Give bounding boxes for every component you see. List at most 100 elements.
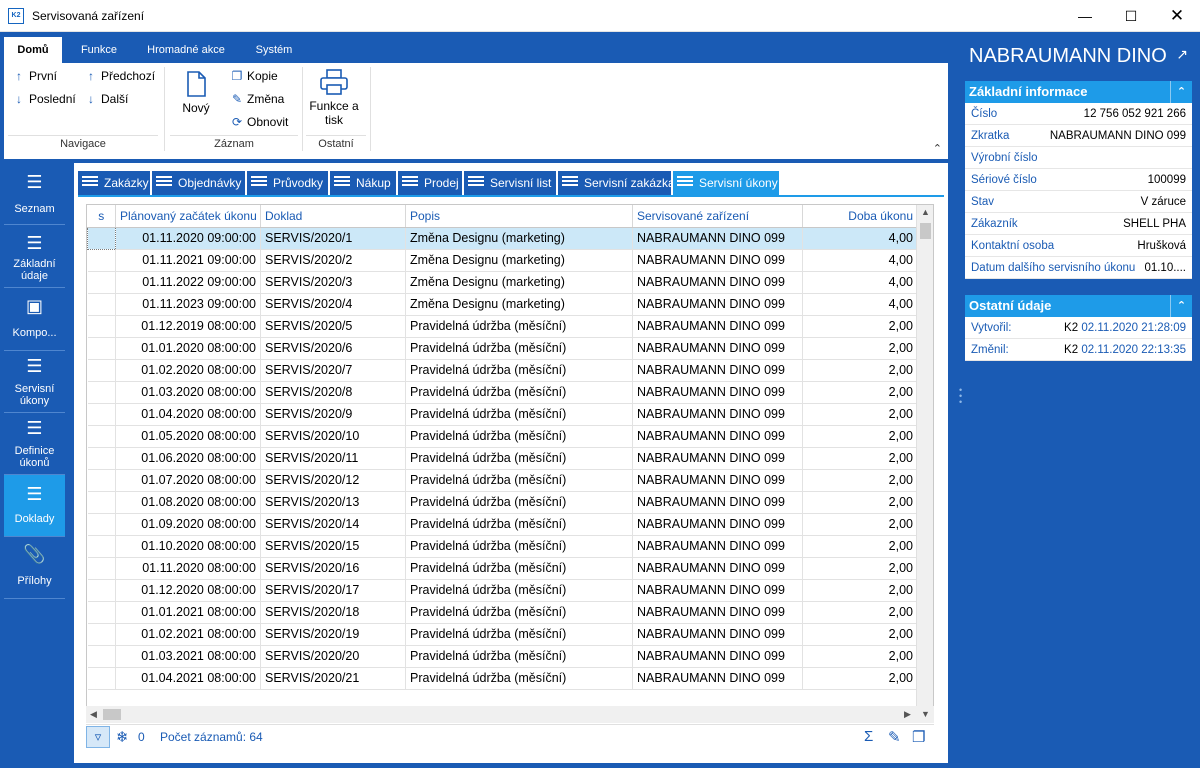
- maximize-button[interactable]: ☐: [1108, 0, 1154, 32]
- functions-print-button[interactable]: Funkce a tisk: [306, 67, 362, 135]
- column-header-s[interactable]: s: [87, 205, 116, 228]
- first-record-button[interactable]: ↑ První: [12, 69, 57, 83]
- table-row[interactable]: 01.12.2019 08:00:00 SERVIS/2020/5 Pravidel…: [87, 315, 918, 338]
- close-button[interactable]: ✕: [1154, 0, 1200, 32]
- table-cell: NABRAUMANN DINO 099: [632, 469, 803, 492]
- status-bar: ▿ ❄ 0 Počet záznamů: 64 Σ ✎ ❐: [86, 724, 934, 748]
- pencil-icon: ✎: [231, 92, 243, 106]
- chevron-up-icon[interactable]: ⌃: [1170, 81, 1192, 103]
- table-cell: Pravidelná údržba (měsíční): [405, 623, 633, 646]
- table-row[interactable]: 01.11.2021 09:00:00 SERVIS/2020/2 Změna De…: [87, 249, 918, 272]
- ribbon-tab-domu[interactable]: Domů: [4, 37, 62, 63]
- table-row[interactable]: 01.06.2020 08:00:00 SERVIS/2020/11 Pravide…: [87, 447, 918, 470]
- ribbon-tab-hromadne-akce[interactable]: Hromadné akce: [138, 37, 234, 63]
- table-row[interactable]: 01.01.2021 08:00:00 SERVIS/2020/18 Pravide…: [87, 601, 918, 624]
- tab-nakup[interactable]: Nákup: [330, 171, 398, 195]
- tab-servisni-list[interactable]: Servisní list: [464, 171, 558, 195]
- scroll-up-icon[interactable]: ▲: [921, 207, 930, 217]
- column-header-zarizeni[interactable]: Servisované zařízení: [632, 205, 803, 228]
- open-external-icon[interactable]: ↗: [1176, 46, 1188, 63]
- nav-item-zakladni-udaje[interactable]: ☰ Základní údaje: [4, 226, 65, 288]
- tab-servisni-ukony[interactable]: Servisní úkony: [673, 171, 781, 195]
- table-row[interactable]: 01.07.2020 08:00:00 SERVIS/2020/12 Pravide…: [87, 469, 918, 492]
- group-separator: [302, 67, 303, 151]
- scroll-down-icon[interactable]: ▼: [921, 709, 930, 719]
- table-cell: 2,00: [802, 425, 918, 448]
- table-cell: 2,00: [802, 315, 918, 338]
- section-header[interactable]: Ostatní údaje ⌃: [965, 295, 1192, 317]
- chevron-up-icon[interactable]: ⌃: [1170, 295, 1192, 317]
- tab-pruvodky[interactable]: Průvodky: [247, 171, 330, 195]
- filter-count: 0: [138, 730, 145, 744]
- table-cell: NABRAUMANN DINO 099: [632, 359, 803, 382]
- table-row[interactable]: 01.12.2020 08:00:00 SERVIS/2020/17 Pravide…: [87, 579, 918, 602]
- column-header-popis[interactable]: Popis: [405, 205, 633, 228]
- nav-item-seznam[interactable]: ☰ Seznam: [4, 163, 65, 225]
- table-cell: SERVIS/2020/20: [260, 645, 406, 668]
- previous-record-button[interactable]: ↑ Předchozí: [84, 69, 155, 83]
- section-other-info: Ostatní údaje ⌃ Vytvořil: K2 02.11.2020 2…: [965, 295, 1192, 361]
- table-cell: [87, 447, 116, 470]
- modified-timestamp-link[interactable]: 02.11.2020 22:13:35: [1081, 344, 1186, 356]
- table-cell: Pravidelná údržba (měsíční): [405, 315, 633, 338]
- table-cell: NABRAUMANN DINO 099: [632, 403, 803, 426]
- table-cell: NABRAUMANN DINO 099: [632, 315, 803, 338]
- table-cell: 2,00: [802, 513, 918, 536]
- tab-servisni-zakazka[interactable]: Servisní zakázka: [558, 171, 675, 195]
- refresh-button[interactable]: ⟳ Obnovit: [230, 115, 288, 129]
- table-row[interactable]: 01.04.2021 08:00:00 SERVIS/2020/21 Pravide…: [87, 667, 918, 690]
- scroll-left-icon[interactable]: ◀: [90, 709, 97, 720]
- table-row[interactable]: 01.02.2021 08:00:00 SERVIS/2020/19 Pravide…: [87, 623, 918, 646]
- functions-print-label-1: Funkce a: [309, 99, 359, 113]
- filter-icon[interactable]: ▿: [86, 726, 110, 748]
- nav-item-komponenty[interactable]: ▣ Kompo...: [4, 289, 65, 351]
- copy-button[interactable]: ❐ Kopie: [230, 69, 278, 83]
- sum-icon[interactable]: Σ: [864, 728, 873, 745]
- column-header-planned-start[interactable]: Plánovaný začátek úkonu: [115, 205, 261, 228]
- vertical-scrollbar[interactable]: ▲: [916, 205, 933, 717]
- last-record-button[interactable]: ↓ Poslední: [12, 92, 76, 106]
- column-header-doklad[interactable]: Doklad: [260, 205, 406, 228]
- next-record-button[interactable]: ↓ Další: [84, 92, 128, 106]
- table-row[interactable]: 01.11.2020 09:00:00 SERVIS/2020/1 Změna De…: [87, 226, 918, 250]
- table-row[interactable]: 01.11.2023 09:00:00 SERVIS/2020/4 Změna De…: [87, 293, 918, 316]
- snowflake-icon[interactable]: ❄: [116, 728, 129, 746]
- table-row[interactable]: 01.08.2020 08:00:00 SERVIS/2020/13 Pravide…: [87, 491, 918, 514]
- minimize-button[interactable]: —: [1062, 0, 1108, 32]
- section-header[interactable]: Základní informace ⌃: [965, 81, 1192, 103]
- new-record-button[interactable]: Nový: [174, 69, 218, 129]
- tab-objednavky[interactable]: Objednávky: [152, 171, 247, 195]
- nav-item-doklady[interactable]: ☰ Doklady: [4, 475, 65, 537]
- table-cell: [87, 359, 116, 382]
- table-row[interactable]: 01.09.2020 08:00:00 SERVIS/2020/14 Pravide…: [87, 513, 918, 536]
- add-copy-icon[interactable]: ❐: [912, 728, 925, 746]
- table-row[interactable]: 01.03.2020 08:00:00 SERVIS/2020/8 Pravidel…: [87, 381, 918, 404]
- horizontal-scrollbar[interactable]: ◀ ▶ ▼: [86, 706, 934, 723]
- table-row[interactable]: 01.10.2020 08:00:00 SERVIS/2020/15 Pravide…: [87, 535, 918, 558]
- tab-zakazky[interactable]: Zakázky: [78, 171, 152, 195]
- nav-item-definice-ukonu[interactable]: ☰ Definice úkonů: [4, 413, 65, 475]
- table-cell: NABRAUMANN DINO 099: [632, 271, 803, 294]
- table-row[interactable]: 01.11.2022 09:00:00 SERVIS/2020/3 Změna De…: [87, 271, 918, 294]
- ribbon-tab-system[interactable]: Systém: [244, 37, 304, 63]
- column-header-doba[interactable]: Doba úkonu: [802, 205, 918, 228]
- created-timestamp-link[interactable]: 02.11.2020 21:28:09: [1081, 322, 1186, 334]
- horizontal-scroll-thumb[interactable]: [103, 709, 121, 720]
- scroll-right-icon[interactable]: ▶: [904, 709, 911, 720]
- ribbon-collapse-icon[interactable]: ⌃: [933, 142, 942, 155]
- edit-button[interactable]: ✎ Změna: [230, 92, 284, 106]
- table-row[interactable]: 01.04.2020 08:00:00 SERVIS/2020/9 Pravidel…: [87, 403, 918, 426]
- table-row[interactable]: 01.11.2020 08:00:00 SERVIS/2020/16 Pravide…: [87, 557, 918, 580]
- vertical-scroll-thumb[interactable]: [920, 223, 931, 239]
- pencil-icon[interactable]: ✎: [888, 728, 901, 746]
- table-row[interactable]: 01.01.2020 08:00:00 SERVIS/2020/6 Pravidel…: [87, 337, 918, 360]
- nav-item-servisni-ukony[interactable]: ☰ Servisní úkony: [4, 351, 65, 413]
- table-cell: NABRAUMANN DINO 099: [632, 227, 803, 250]
- table-row[interactable]: 01.02.2020 08:00:00 SERVIS/2020/7 Pravidel…: [87, 359, 918, 382]
- last-record-label: Poslední: [29, 92, 76, 106]
- table-row[interactable]: 01.03.2021 08:00:00 SERVIS/2020/20 Pravide…: [87, 645, 918, 668]
- tab-prodej[interactable]: Prodej: [398, 171, 464, 195]
- table-row[interactable]: 01.05.2020 08:00:00 SERVIS/2020/10 Pravide…: [87, 425, 918, 448]
- ribbon-tab-funkce[interactable]: Funkce: [70, 37, 128, 63]
- nav-item-prilohy[interactable]: 📎 Přílohy: [4, 537, 65, 599]
